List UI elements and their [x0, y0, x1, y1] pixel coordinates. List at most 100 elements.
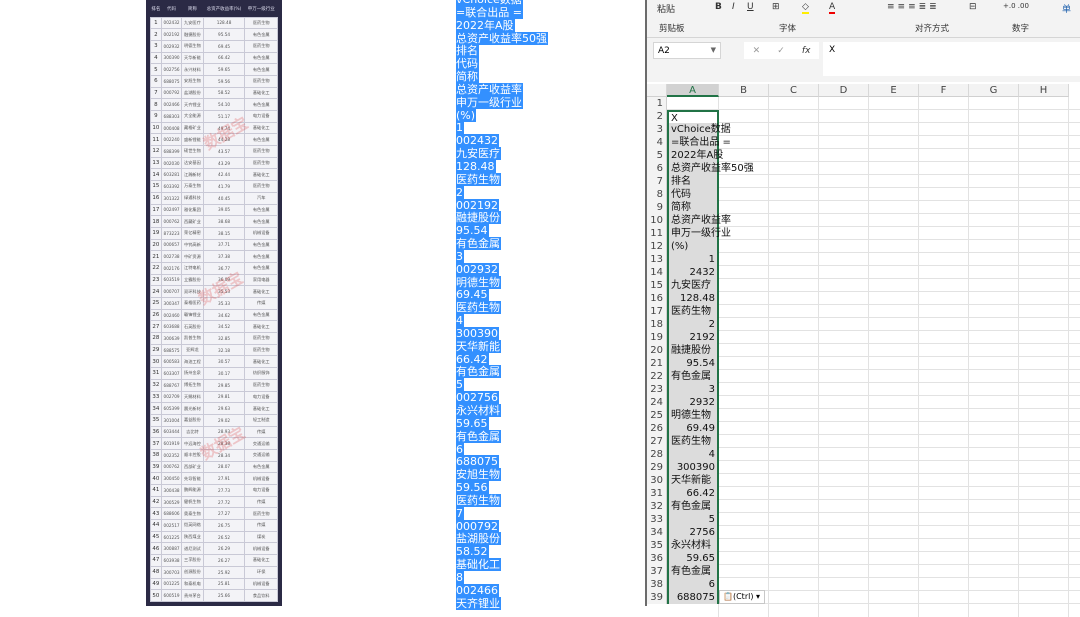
row-header[interactable]: 30 [647, 474, 667, 487]
name-box[interactable]: A2 ▼ [653, 42, 721, 59]
selected-line[interactable]: 代码 [456, 57, 479, 71]
selected-line[interactable]: 58.52 [456, 545, 489, 559]
selected-line[interactable]: 3 [456, 249, 464, 263]
row-header[interactable]: 21 [647, 357, 667, 370]
row-header[interactable]: 17 [647, 305, 667, 318]
selected-text[interactable]: vChoice数据=联合出品 =2022年A股总资产收益率50强排名代码简称总资… [456, 0, 548, 611]
row-header[interactable]: 14 [647, 266, 667, 279]
selected-line[interactable]: 2 [456, 185, 464, 199]
selected-line[interactable]: 医药生物 [456, 301, 501, 315]
selected-line[interactable]: 002192 [456, 198, 499, 212]
selected-line[interactable]: 总资产收益率50强 [456, 31, 548, 45]
selected-line[interactable]: 95.54 [456, 224, 489, 238]
cell-a36[interactable]: 59.65 [667, 552, 719, 565]
cell-a34[interactable]: 2756 [667, 526, 719, 539]
cell-a23[interactable]: 3 [667, 383, 719, 396]
cell-a17[interactable]: 医药生物 [667, 305, 719, 318]
row-header[interactable]: 34 [647, 526, 667, 539]
selected-line[interactable]: 6 [456, 442, 464, 456]
cell-a39[interactable]: 688075 [667, 591, 719, 604]
selected-line[interactable]: 盐湖股份 [456, 532, 501, 546]
cell-a24[interactable]: 2932 [667, 396, 719, 409]
selected-line[interactable]: 有色金属 [456, 429, 501, 443]
selected-line[interactable]: 000792 [456, 519, 499, 533]
cell-a27[interactable]: 医药生物 [667, 435, 719, 448]
selected-line[interactable]: 300390 [456, 326, 499, 340]
row-header[interactable]: 38 [647, 578, 667, 591]
cell-a12[interactable]: (%) [667, 240, 719, 253]
select-all-corner[interactable] [647, 84, 667, 97]
selected-line[interactable]: 002756 [456, 391, 499, 405]
column-header-D[interactable]: D [819, 84, 869, 97]
cell-a19[interactable]: 2192 [667, 331, 719, 344]
row-header[interactable]: 39 [647, 591, 667, 604]
cancel-icon[interactable]: ✕ [753, 46, 761, 56]
row-header[interactable]: 2 [647, 110, 667, 123]
row-header[interactable]: 37 [647, 565, 667, 578]
row-header[interactable]: 28 [647, 448, 667, 461]
selected-line[interactable]: 医药生物 [456, 493, 501, 507]
cell-a18[interactable]: 2 [667, 318, 719, 331]
font-color-icon[interactable]: A [829, 2, 836, 14]
cell-a33[interactable]: 5 [667, 513, 719, 526]
row-header[interactable]: 13 [647, 253, 667, 266]
cell-a31[interactable]: 66.42 [667, 487, 719, 500]
row-header[interactable]: 5 [647, 149, 667, 162]
column-header-F[interactable]: F [919, 84, 969, 97]
cell-a11[interactable]: 申万一级行业 [667, 227, 731, 240]
italic-button[interactable]: I [732, 2, 735, 12]
selected-line[interactable]: 688075 [456, 455, 499, 469]
align-icons[interactable]: ≡≡≡≣≣ [887, 2, 940, 12]
selected-line[interactable]: 59.56 [456, 481, 489, 495]
row-header[interactable]: 19 [647, 331, 667, 344]
row-header[interactable]: 27 [647, 435, 667, 448]
row-header[interactable]: 24 [647, 396, 667, 409]
enter-icon[interactable]: ✓ [777, 46, 785, 56]
paste-button[interactable]: 粘贴 [657, 2, 675, 15]
selected-line[interactable]: 申万一级行业 [456, 95, 523, 109]
cell-a29[interactable]: 300390 [667, 461, 719, 474]
row-header[interactable]: 12 [647, 240, 667, 253]
cell-a30[interactable]: 天华新能 [667, 474, 719, 487]
row-header[interactable]: 18 [647, 318, 667, 331]
row-header[interactable]: 9 [647, 201, 667, 214]
selected-line[interactable]: 002432 [456, 134, 499, 148]
cell-a38[interactable]: 6 [667, 578, 719, 591]
row-header[interactable]: 11 [647, 227, 667, 240]
cell-a2[interactable]: X [667, 110, 719, 124]
cell-style-button[interactable]: 单 [1062, 2, 1071, 15]
cell-a6[interactable]: 总资产收益率50强 [667, 162, 754, 175]
selected-line[interactable]: 69.45 [456, 288, 489, 302]
row-header[interactable]: 10 [647, 214, 667, 227]
selected-line[interactable]: 有色金属 [456, 237, 501, 251]
cell-a28[interactable]: 4 [667, 448, 719, 461]
selected-line[interactable]: 基础化工 [456, 558, 501, 572]
bold-button[interactable]: B [715, 2, 722, 12]
selected-line[interactable]: 5 [456, 378, 464, 392]
column-header-B[interactable]: B [719, 84, 769, 97]
selected-line[interactable]: 2022年A股 [456, 18, 515, 32]
fx-icon[interactable]: fx [802, 46, 811, 56]
fill-color-icon[interactable]: ◇ [802, 2, 809, 14]
cell-a7[interactable]: 排名 [667, 175, 719, 188]
row-header[interactable]: 8 [647, 188, 667, 201]
row-header[interactable]: 22 [647, 370, 667, 383]
row-header[interactable]: 32 [647, 500, 667, 513]
cell-a9[interactable]: 简称 [667, 201, 719, 214]
row-header[interactable]: 31 [647, 487, 667, 500]
chevron-down-icon[interactable]: ▼ [711, 46, 716, 54]
selected-line[interactable]: 有色金属 [456, 365, 501, 379]
selected-line[interactable]: 002932 [456, 262, 499, 276]
row-header[interactable]: 36 [647, 552, 667, 565]
selected-line[interactable]: 排名 [456, 44, 479, 58]
row-header[interactable]: 26 [647, 422, 667, 435]
selected-line[interactable]: (%) [456, 108, 477, 122]
cell-a22[interactable]: 有色金属 [667, 370, 719, 383]
cell-a10[interactable]: 总资产收益率 [667, 214, 731, 227]
row-header[interactable]: 16 [647, 292, 667, 305]
cell-a5[interactable]: 2022年A股 [667, 149, 723, 162]
selected-line[interactable]: 7 [456, 506, 464, 520]
selected-line[interactable]: 明德生物 [456, 275, 501, 289]
selected-line[interactable]: 医药生物 [456, 172, 501, 186]
selected-line[interactable]: 总资产收益率 [456, 82, 523, 96]
